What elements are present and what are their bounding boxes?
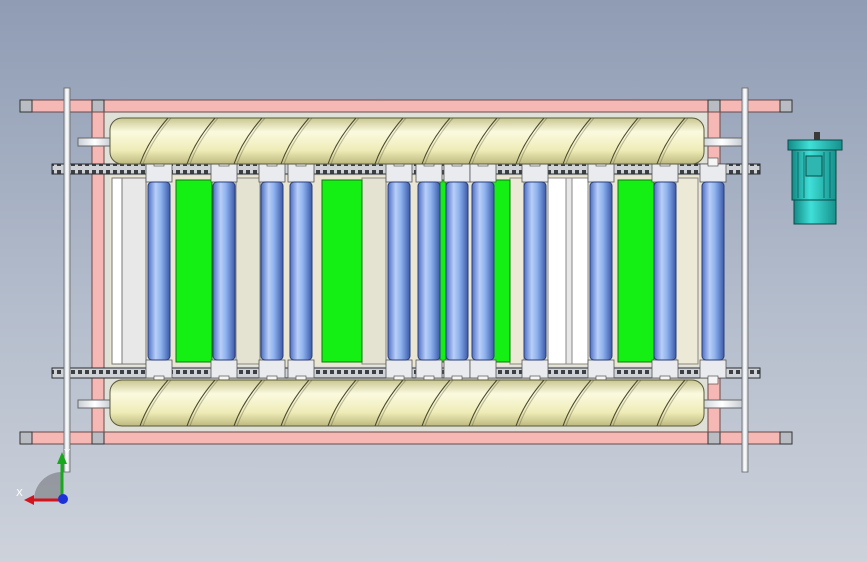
roller-4 xyxy=(287,157,315,385)
green-panel-1 xyxy=(175,179,213,363)
green-panel-4 xyxy=(617,179,655,363)
roller-6 xyxy=(415,157,443,385)
green-panel-2 xyxy=(321,179,363,363)
screw-conveyor-top xyxy=(77,117,745,165)
screw-conveyor-bottom xyxy=(77,379,745,427)
roller-2 xyxy=(210,157,238,385)
roller-12 xyxy=(699,157,727,385)
roller-11 xyxy=(651,157,679,385)
triad-x-label: X xyxy=(16,488,23,499)
roller-10 xyxy=(587,157,615,385)
drive-motor xyxy=(787,132,843,225)
roller-8 xyxy=(469,157,497,385)
triad-y-label: Y xyxy=(63,448,71,459)
coordinate-triad: Y X xyxy=(16,448,71,505)
cad-viewport[interactable]: Y X xyxy=(0,0,867,562)
green-panel-5 xyxy=(439,179,447,363)
roller-9 xyxy=(521,157,549,385)
roller-3 xyxy=(258,157,286,385)
cad-drawing: Y X xyxy=(16,87,843,505)
roller-1 xyxy=(145,157,173,385)
roller-5 xyxy=(385,157,413,385)
roller-7 xyxy=(443,157,471,385)
